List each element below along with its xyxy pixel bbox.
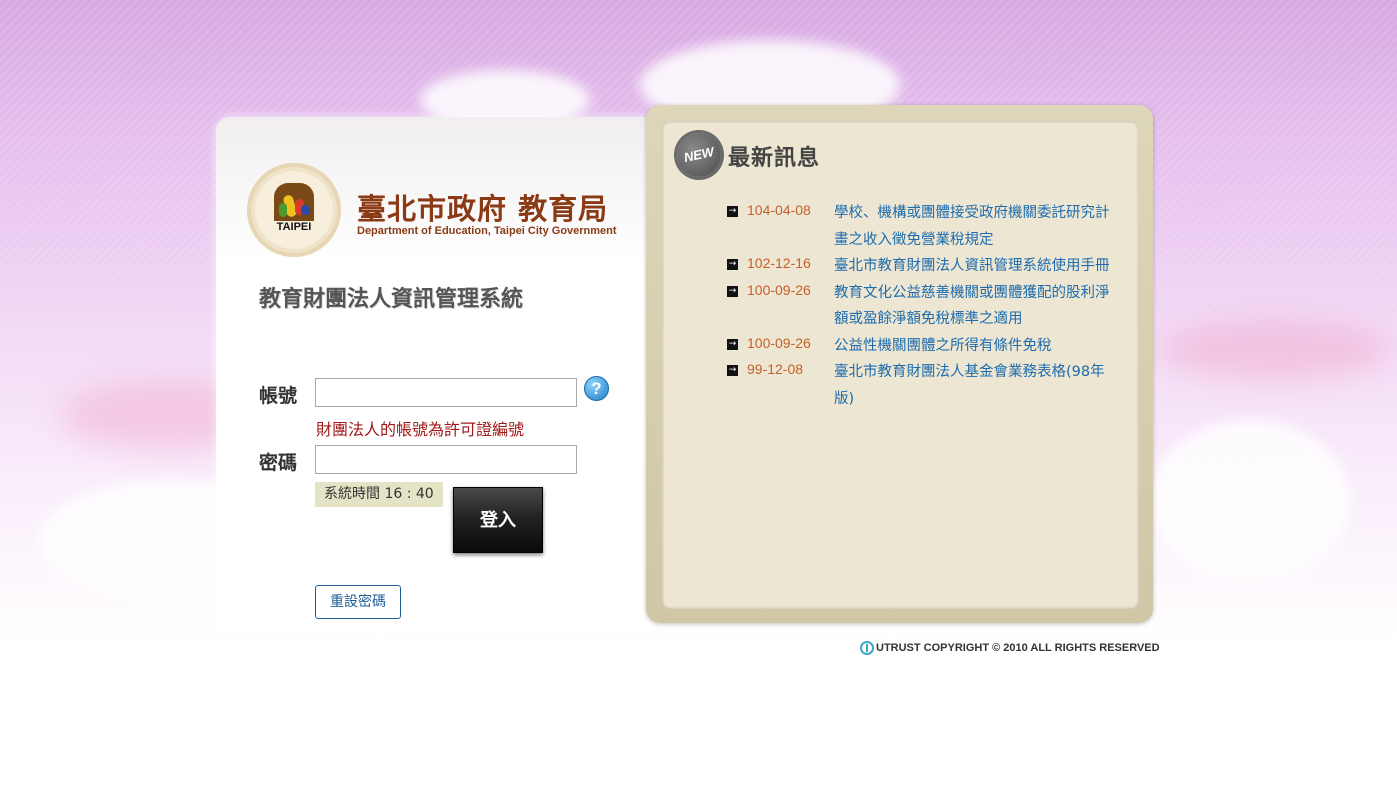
news-date: 102-12-16 xyxy=(747,255,811,271)
news-title: 最新訊息 xyxy=(728,146,821,171)
reset-password-button[interactable]: 重設密碼 xyxy=(315,585,401,619)
news-date: 99-12-08 xyxy=(747,361,804,377)
account-hint: 財團法人的帳號為許可證編號 xyxy=(316,420,525,439)
pink-wisp xyxy=(1160,320,1390,380)
news-link[interactable]: 學校、機構或團體接受政府機關委託研究計畫之收入徵免營業稅規定 xyxy=(834,200,1117,253)
arrow-right-icon: → xyxy=(727,365,738,376)
login-button[interactable]: 登入 xyxy=(453,487,543,553)
account-label: 帳號 xyxy=(259,385,298,407)
copyright-text: UTRUST COPYRIGHT © 2010 ALL RIGHTS RESER… xyxy=(876,641,1160,654)
password-input[interactable] xyxy=(315,445,577,474)
taipei-logo: TAIPEI xyxy=(247,163,341,257)
news-item: → 102-12-16 臺北市教育財團法人資訊管理系統使用手冊 xyxy=(727,253,1117,280)
news-date: 100-09-26 xyxy=(747,334,811,351)
arrow-right-icon: → xyxy=(727,206,738,217)
system-title: 教育財團法人資訊管理系統 xyxy=(259,287,524,312)
news-date: 104-04-08 xyxy=(747,202,811,218)
organization-subtitle: Department of Education, Taipei City Gov… xyxy=(357,225,617,237)
arrow-right-icon: → xyxy=(727,285,738,297)
organization-name: 臺北市政府 教育局 xyxy=(357,192,609,226)
copyright: UTRUST COPYRIGHT © 2010 ALL RIGHTS RESER… xyxy=(860,641,1160,655)
system-time: 系統時間 16 : 40 xyxy=(315,482,443,507)
news-item: → 99-12-08 臺北市教育財團法人基金會業務表格(98年版) xyxy=(727,359,1117,412)
password-label: 密碼 xyxy=(259,452,298,474)
news-list: → 104-04-08 學校、機構或團體接受政府機關委託研究計畫之收入徵免營業稅… xyxy=(727,200,1117,412)
arrow-right-icon: → xyxy=(727,259,738,270)
logo-flag-shape xyxy=(301,205,310,215)
news-link[interactable]: 臺北市教育財團法人資訊管理系統使用手冊 xyxy=(834,253,1117,280)
logo-emblem: TAIPEI xyxy=(255,171,333,249)
news-item: → 100-09-26 教育文化公益慈善機關或團體獲配的股利淨額或盈餘淨額免稅標… xyxy=(727,280,1117,333)
news-link[interactable]: 臺北市教育財團法人基金會業務表格(98年版) xyxy=(834,359,1117,412)
news-link[interactable]: 公益性機關團體之所得有條件免稅 xyxy=(834,333,1117,360)
account-input[interactable] xyxy=(315,378,577,407)
arrow-right-icon: → xyxy=(727,338,738,350)
logo-flag-shape xyxy=(279,203,287,217)
cloud xyxy=(1150,420,1350,580)
logo-text: TAIPEI xyxy=(265,221,323,233)
news-item: → 104-04-08 學校、機構或團體接受政府機關委託研究計畫之收入徵免營業稅… xyxy=(727,200,1117,253)
news-item: → 100-09-26 公益性機關團體之所得有條件免稅 xyxy=(727,333,1117,360)
news-link[interactable]: 教育文化公益慈善機關或團體獲配的股利淨額或盈餘淨額免稅標準之適用 xyxy=(834,280,1117,333)
help-icon[interactable]: ? xyxy=(584,376,609,401)
utrust-logo-icon xyxy=(860,641,874,655)
news-date: 100-09-26 xyxy=(747,281,811,298)
